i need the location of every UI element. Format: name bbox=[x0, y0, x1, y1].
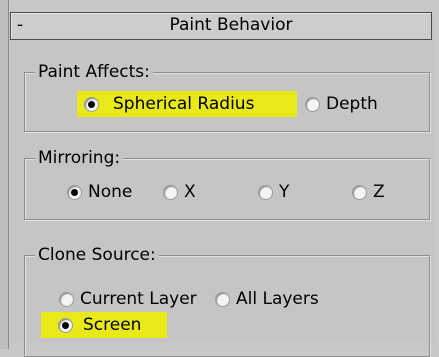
radio-label: Y bbox=[279, 182, 290, 202]
radio-screen[interactable]: Screen bbox=[41, 312, 167, 338]
rollout-title: Paint Behavior bbox=[169, 15, 293, 35]
radio-label: Spherical Radius bbox=[113, 94, 255, 114]
radio-button-icon[interactable] bbox=[163, 185, 178, 200]
radio-label: None bbox=[88, 182, 133, 202]
radio-current-layer[interactable]: Current Layer bbox=[59, 286, 209, 312]
rollout-header[interactable]: - Paint Behavior bbox=[10, 12, 432, 40]
radio-button-checked-icon[interactable] bbox=[58, 318, 73, 333]
clone-source-legend: Clone Source: bbox=[35, 244, 159, 266]
paint-affects-legend: Paint Affects: bbox=[35, 61, 153, 83]
radio-depth[interactable]: Depth bbox=[305, 91, 415, 117]
radio-button-icon[interactable] bbox=[59, 292, 74, 307]
radio-all-layers[interactable]: All Layers bbox=[215, 286, 365, 312]
radio-button-checked-icon[interactable] bbox=[67, 185, 82, 200]
mirroring-group: Mirroring: None X Y Z bbox=[24, 147, 430, 220]
panel-left-edge bbox=[0, 0, 9, 349]
radio-label: Z bbox=[373, 182, 385, 202]
radio-button-icon[interactable] bbox=[258, 185, 273, 200]
radio-button-checked-icon[interactable] bbox=[84, 97, 99, 112]
radio-none[interactable]: None bbox=[67, 179, 157, 205]
radio-y[interactable]: Y bbox=[258, 179, 318, 205]
radio-label: Depth bbox=[326, 94, 378, 114]
radio-x[interactable]: X bbox=[163, 179, 223, 205]
radio-button-icon[interactable] bbox=[215, 292, 230, 307]
mirroring-legend: Mirroring: bbox=[35, 147, 124, 169]
radio-z[interactable]: Z bbox=[352, 179, 412, 205]
radio-button-icon[interactable] bbox=[352, 185, 367, 200]
radio-label: All Layers bbox=[236, 289, 319, 309]
radio-label: X bbox=[184, 182, 196, 202]
radio-spherical-radius[interactable]: Spherical Radius bbox=[77, 91, 297, 117]
paint-affects-group: Paint Affects: Spherical Radius Depth bbox=[24, 61, 430, 132]
radio-label: Current Layer bbox=[80, 289, 197, 309]
clone-source-group: Clone Source: Current Layer All Layers S… bbox=[24, 244, 430, 357]
radio-label: Screen bbox=[83, 315, 142, 335]
radio-button-icon[interactable] bbox=[305, 97, 320, 112]
